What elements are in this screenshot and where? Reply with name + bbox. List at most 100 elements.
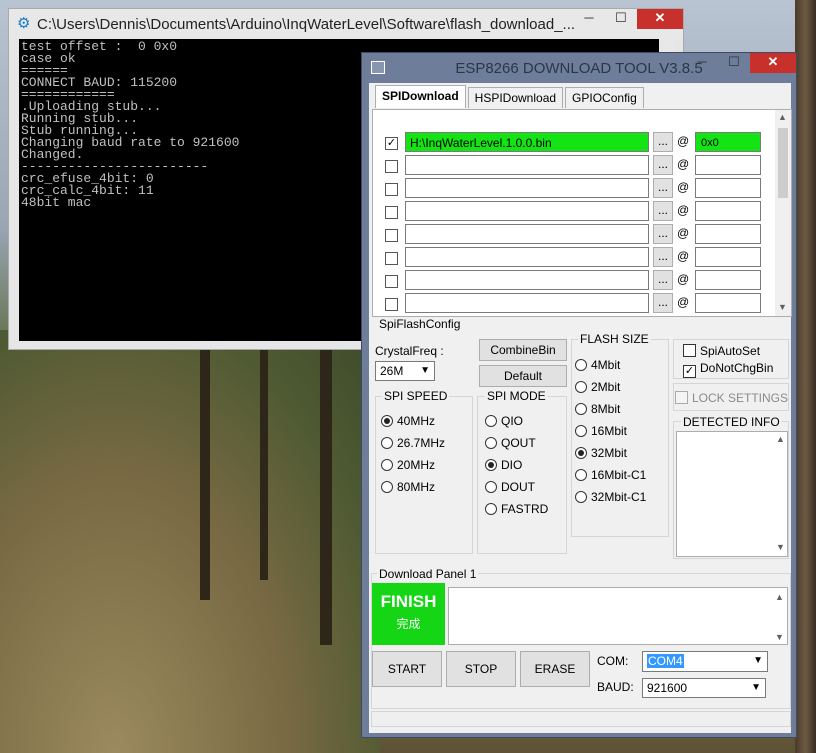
file-path-input[interactable] [405, 293, 649, 313]
spi-mode-option-label: QOUT [501, 436, 536, 450]
minimize-button[interactable]: ─ [573, 9, 605, 29]
console-window-controls: ─ ☐ ✕ [573, 9, 683, 29]
spi-speed-option[interactable]: 40MHz [381, 414, 435, 430]
download-log-textbox[interactable]: ▲ ▼ [448, 587, 788, 645]
browse-button[interactable]: ... [653, 270, 673, 290]
flash-size-option[interactable]: 32Mbit [575, 446, 627, 462]
flash-size-option[interactable]: 4Mbit [575, 358, 620, 374]
address-input[interactable] [695, 247, 761, 267]
scrollbar-thumb[interactable] [778, 128, 788, 198]
browse-button[interactable]: ... [653, 155, 673, 175]
file-row-checkbox[interactable] [385, 160, 398, 173]
spi-mode-option[interactable]: FASTRD [485, 502, 548, 518]
file-row: ... @ [385, 155, 761, 177]
spi-speed-option[interactable]: 26.7MHz [381, 436, 445, 452]
flash-size-option[interactable]: 2Mbit [575, 380, 620, 396]
maximize-button[interactable]: ☐ [605, 9, 637, 29]
spi-mode-option[interactable]: DIO [485, 458, 522, 474]
close-button[interactable]: ✕ [750, 53, 796, 73]
maximize-button[interactable]: ☐ [718, 53, 750, 73]
at-label: @ [677, 249, 690, 263]
file-row-checkbox[interactable] [385, 298, 398, 311]
file-row-checkbox[interactable] [385, 206, 398, 219]
browse-button[interactable]: ... [653, 132, 673, 152]
lock-settings-checkbox[interactable]: LOCK SETTINGS [675, 391, 788, 405]
file-path-input[interactable] [405, 178, 649, 198]
baud-rate-select[interactable]: 921600 ▼ [642, 678, 766, 698]
file-row-checkbox[interactable]: ✓ [385, 137, 398, 150]
tab-spidownload[interactable]: SPIDownload [375, 85, 466, 108]
file-row-checkbox[interactable] [385, 183, 398, 196]
flash-size-option[interactable]: 8Mbit [575, 402, 620, 418]
browse-button[interactable]: ... [653, 293, 673, 313]
start-button[interactable]: START [372, 651, 442, 687]
address-input[interactable] [695, 201, 761, 221]
baud-rate-value: 921600 [647, 681, 688, 695]
com-port-select[interactable]: COM4 ▼ [642, 651, 768, 672]
spi-auto-set-checkbox[interactable]: SpiAutoSet [683, 344, 760, 358]
checkmark-icon: ✓ [683, 365, 696, 378]
browse-button[interactable]: ... [653, 224, 673, 244]
spi-mode-option[interactable]: DOUT [485, 480, 535, 496]
browse-button[interactable]: ... [653, 178, 673, 198]
address-input[interactable] [695, 155, 761, 175]
esp-download-tool-window[interactable]: ESP8266 DOWNLOAD TOOL V3.8.5 ─ ☐ ✕ SPIDo… [361, 52, 797, 738]
address-input[interactable] [695, 293, 761, 313]
browse-button[interactable]: ... [653, 201, 673, 221]
do-not-chg-bin-checkbox[interactable]: ✓ DoNotChgBin [683, 361, 773, 378]
address-input[interactable]: 0x0 [695, 132, 761, 152]
minimize-button[interactable]: ─ [686, 53, 718, 73]
browse-button[interactable]: ... [653, 247, 673, 267]
chevron-down-icon[interactable]: ▼ [775, 632, 784, 642]
finish-status-text: FINISH [380, 592, 437, 611]
address-input[interactable] [695, 224, 761, 244]
detected-info-textbox[interactable]: ▲ ▼ [676, 431, 788, 557]
close-button[interactable]: ✕ [637, 9, 683, 29]
file-path-input[interactable] [405, 155, 649, 175]
erase-button[interactable]: ERASE [520, 651, 590, 687]
flash-size-option[interactable]: 16Mbit [575, 424, 627, 440]
spi-speed-option[interactable]: 20MHz [381, 458, 435, 474]
radio-dot [485, 503, 497, 515]
spi-mode-option[interactable]: QOUT [485, 436, 536, 452]
flash-size-option-label: 4Mbit [591, 358, 621, 372]
detected-info-label: DETECTED INFO [681, 415, 782, 429]
tab-hspidownload[interactable]: HSPIDownload [467, 87, 564, 108]
file-path-input[interactable] [405, 270, 649, 290]
tab-gpioconfig[interactable]: GPIOConfig [565, 87, 644, 108]
crystal-freq-select[interactable]: 26M ▼ [375, 361, 435, 381]
file-row-checkbox[interactable] [385, 229, 398, 242]
address-input[interactable] [695, 178, 761, 198]
file-row-checkbox[interactable] [385, 252, 398, 265]
flash-size-option[interactable]: 16Mbit-C1 [575, 468, 646, 484]
radio-dot [381, 481, 393, 493]
flash-size-option[interactable]: 32Mbit-C1 [575, 490, 646, 506]
file-path-input[interactable] [405, 201, 649, 221]
file-row: ... @ [385, 247, 761, 269]
wallpaper-tree-trunk [795, 0, 816, 753]
chevron-down-icon[interactable]: ▼ [776, 542, 785, 552]
file-row: ... @ [385, 270, 761, 292]
spi-speed-label: SPI SPEED [382, 389, 450, 403]
chevron-up-icon[interactable]: ▲ [778, 112, 787, 122]
esp-titlebar[interactable]: ESP8266 DOWNLOAD TOOL V3.8.5 ─ ☐ ✕ [362, 53, 796, 83]
chevron-down-icon[interactable]: ▼ [778, 302, 787, 312]
file-path-input[interactable] [405, 224, 649, 244]
chevron-up-icon[interactable]: ▲ [776, 434, 785, 444]
spi-mode-option[interactable]: QIO [485, 414, 523, 430]
com-port-value: COM4 [647, 654, 684, 668]
address-input[interactable] [695, 270, 761, 290]
file-path-input[interactable] [405, 247, 649, 267]
spi-speed-option[interactable]: 80MHz [381, 480, 435, 496]
file-list-scrollbar[interactable]: ▲ ▼ [775, 110, 791, 316]
file-list-panel: ✓ H:\InqWaterLevel.1.0.0.bin ... @ 0x0 .… [372, 109, 792, 317]
file-row-checkbox[interactable] [385, 275, 398, 288]
chevron-down-icon: ▼ [753, 655, 763, 666]
file-path-input[interactable]: H:\InqWaterLevel.1.0.0.bin [405, 132, 649, 152]
combine-bin-button[interactable]: CombineBin [479, 339, 567, 361]
stop-button[interactable]: STOP [446, 651, 516, 687]
default-button[interactable]: Default [479, 365, 567, 387]
at-label: @ [677, 272, 690, 286]
chevron-up-icon[interactable]: ▲ [775, 592, 784, 602]
flash-size-label: FLASH SIZE [578, 332, 651, 346]
